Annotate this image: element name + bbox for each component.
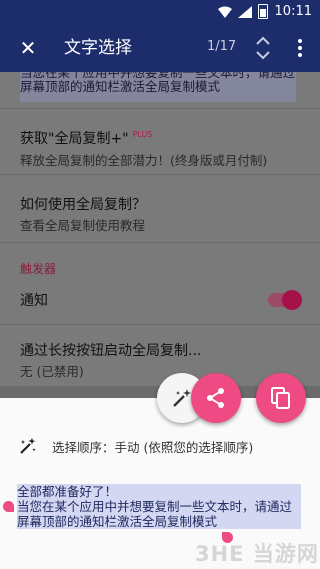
divider (0, 174, 320, 175)
toggle-knob (282, 290, 302, 310)
plus-badge: PLUS (132, 130, 153, 140)
selected-text-top: 当您在某个应用中并想要复制一些文本时，请通过 屏幕顶部的通知栏激活全局复制模式 (20, 72, 300, 94)
more-vert-icon[interactable] (292, 36, 308, 60)
watermark: 3HE 当游网 (195, 542, 319, 566)
selection-handle-start[interactable] (3, 501, 14, 512)
text-preview[interactable]: 全部都准备好了！ 当您在某个应用中并想要复制一些文本时，请通过 屏幕顶部的通知栏… (17, 484, 303, 529)
close-icon[interactable]: ✕ (16, 36, 40, 60)
share-icon (207, 388, 224, 408)
preview-line: 全部都准备好了！ (17, 484, 118, 499)
battery-icon (258, 4, 268, 19)
preview-line: 当您在某个应用中并想要复制一些文本时，请通过 (17, 499, 293, 514)
app-bar: ✕ 文字选择 1/17 (0, 24, 320, 72)
status-icons (218, 4, 268, 19)
plus-item-title[interactable]: 获取"全局复制+" PLUS (20, 128, 152, 148)
divider (0, 242, 320, 243)
selection-order-text: 选择顺序：手动 (依照您的选择顺序) (52, 439, 254, 455)
notify-toggle[interactable] (268, 290, 302, 310)
plus-item-label: 获取"全局复制+" (20, 131, 129, 147)
copy-button[interactable] (256, 373, 306, 423)
preview-line: 屏幕顶部的通知栏激活全局复制模式 (17, 514, 218, 529)
bottom-sheet: 选择顺序：手动 (依照您的选择顺序) 全部都准备好了！ 当您在某个应用中并想要复… (0, 398, 320, 569)
divider (0, 324, 320, 325)
longpress-subtitle: 无 (已禁用) (20, 364, 84, 379)
selection-counter: 1/17 (207, 39, 237, 54)
notify-label: 通知 (20, 293, 48, 309)
plus-item-subtitle: 释放全局复制的全部潜力！(终身版或月付制) (20, 153, 268, 168)
howto-item-subtitle: 查看全局复制使用教程 (20, 218, 146, 233)
magic-wand-icon (20, 438, 36, 454)
up-down-arrows-icon[interactable] (255, 34, 271, 62)
status-time: 10:11 (274, 4, 312, 19)
longpress-title[interactable]: 通过长按按钮启动全局复制... (20, 340, 201, 360)
selection-order-row[interactable]: 选择顺序：手动 (依照您的选择顺序) (18, 436, 253, 456)
howto-item-title[interactable]: 如何使用全局复制？ (20, 194, 146, 214)
settings-background: 当您在某个应用中并想要复制一些文本时，请通过 屏幕顶部的通知栏激活全局复制模式 … (0, 72, 320, 386)
selected-line: 屏幕顶部的通知栏激活全局复制模式 (20, 79, 221, 94)
page-title: 文字选择 (64, 38, 132, 58)
status-bar: 10:11 (0, 0, 320, 24)
share-button[interactable] (191, 373, 241, 423)
signal-icon (238, 5, 252, 18)
divider (0, 108, 320, 109)
wifi-icon (218, 6, 232, 18)
trigger-section-label: 触发器 (20, 262, 57, 276)
copy-icon (271, 387, 290, 409)
